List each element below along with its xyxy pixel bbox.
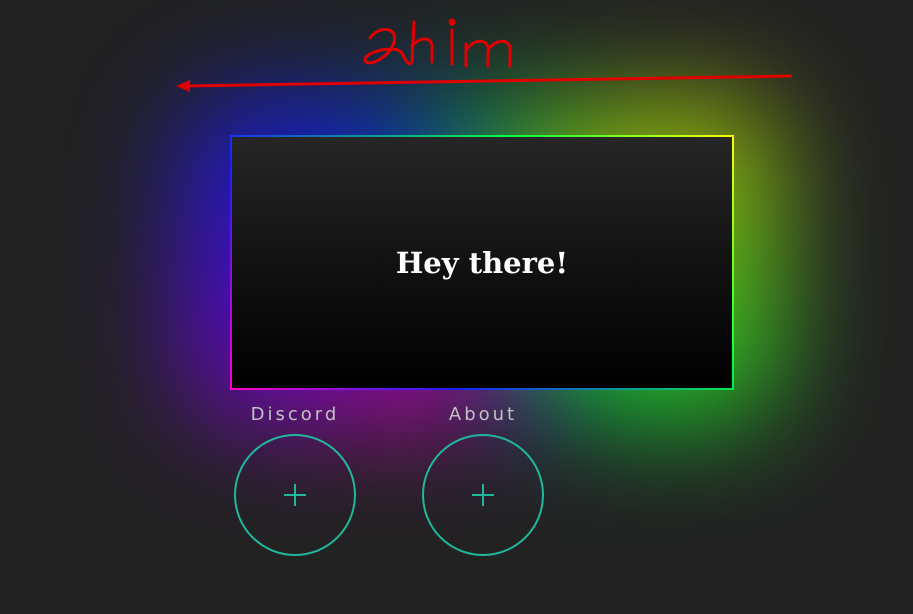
hero-card: Hey there!	[230, 135, 734, 390]
plus-icon	[284, 484, 306, 506]
discord-label: Discord	[250, 404, 340, 425]
annotation-arrow	[176, 74, 793, 92]
card-title: Hey there!	[395, 245, 569, 280]
discord-button[interactable]	[234, 434, 356, 556]
about-button[interactable]	[422, 434, 544, 556]
page: Hey there! Discord About	[0, 0, 913, 614]
about-label: About	[448, 404, 518, 425]
hero-card-inner: Hey there!	[232, 137, 732, 388]
annotation-handwriting	[363, 18, 512, 68]
plus-icon	[472, 484, 494, 506]
